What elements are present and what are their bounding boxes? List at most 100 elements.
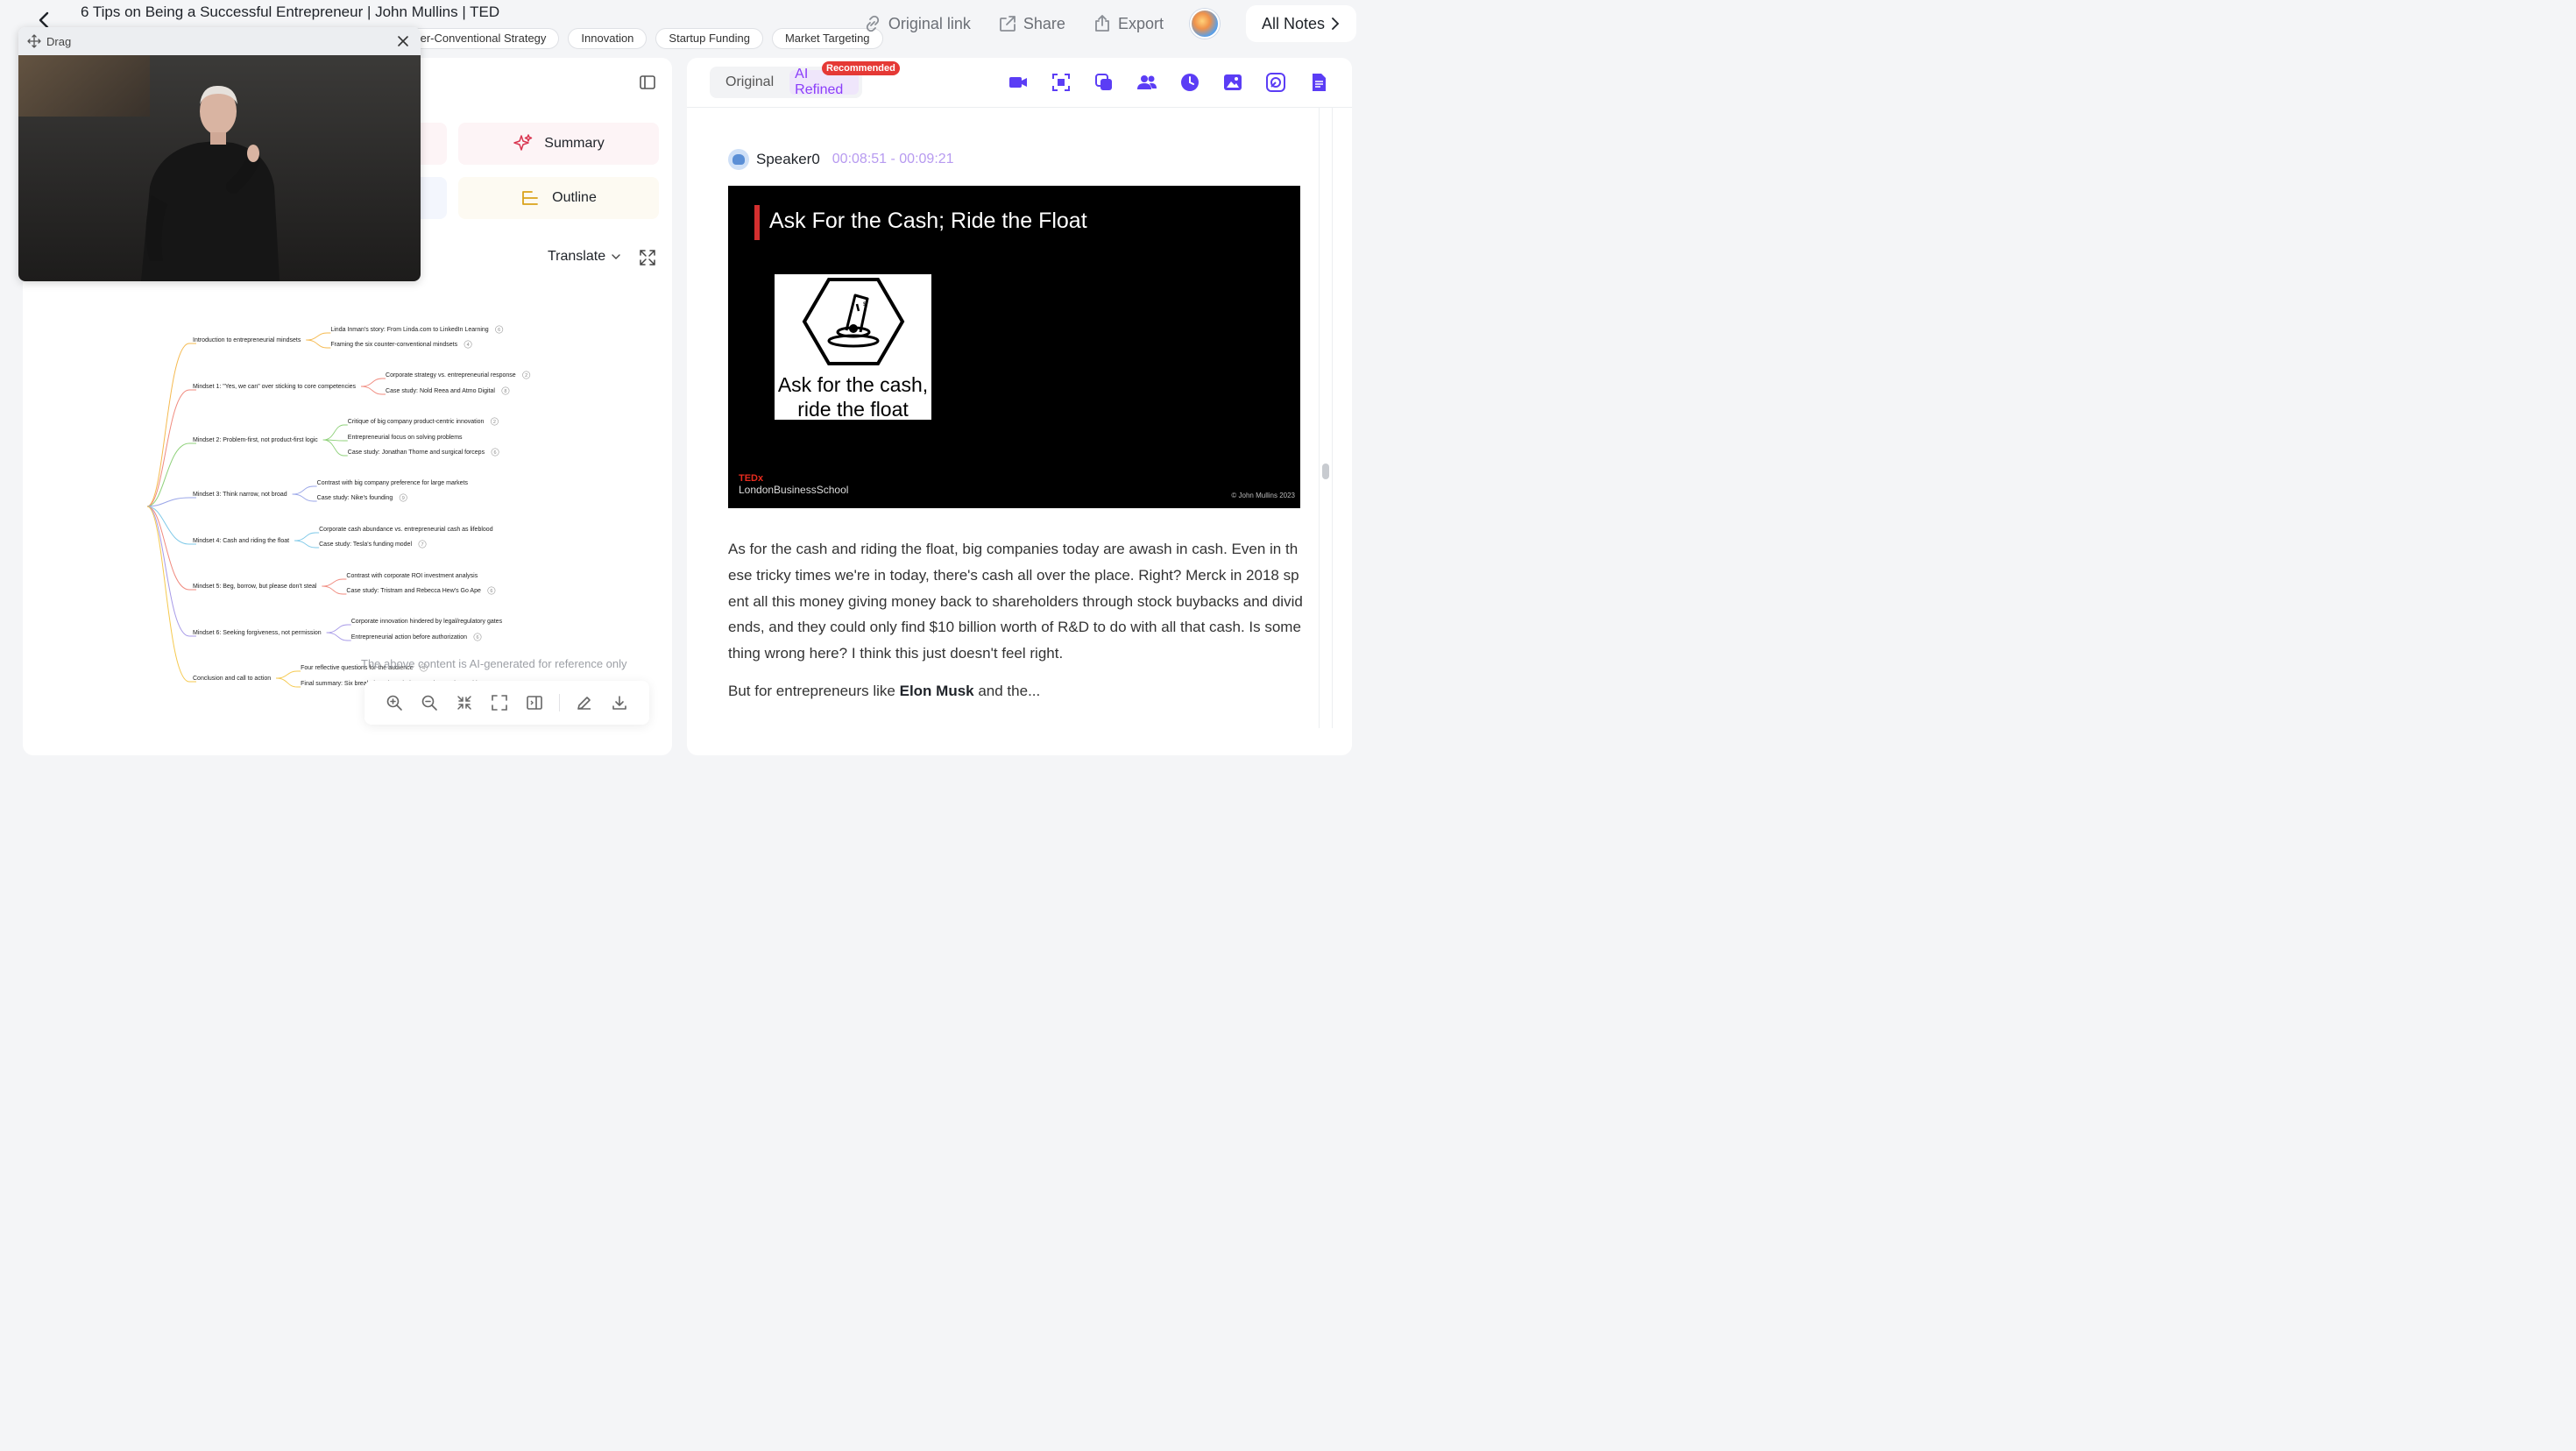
mindmap-subtopic-label[interactable]: Entrepreneurial action before authorizat…: [351, 634, 467, 641]
copy-button[interactable]: [1093, 72, 1115, 93]
mindmap-topic[interactable]: Mindset 2: Problem-first, not product-fi…: [193, 437, 318, 443]
share-button[interactable]: Share: [997, 13, 1065, 34]
reference-badge-number: 7: [421, 542, 423, 548]
reference-badge[interactable]: 2: [522, 371, 531, 379]
mindmap-subtopic[interactable]: Corporate strategy vs. entrepreneurial r…: [361, 372, 516, 387]
reference-badge[interactable]: 9: [399, 493, 407, 502]
document-button[interactable]: [1308, 72, 1329, 93]
tag-strategy[interactable]: ter-Conventional Strategy: [412, 28, 560, 49]
mindmap-subtopic-label[interactable]: Case study: Nike's founding: [317, 495, 393, 501]
close-icon[interactable]: [396, 34, 410, 48]
side-panel-button[interactable]: [517, 690, 552, 716]
speakers-button[interactable]: [1136, 72, 1157, 93]
mindmap-branch[interactable]: Mindset 1: "Yes, we can" over sticking t…: [146, 384, 357, 507]
image-button[interactable]: [1222, 72, 1243, 93]
transcript-paragraph-1: As for the cash and riding the float, bi…: [728, 541, 1303, 662]
mindmap-subtopic[interactable]: Corporate innovation hindered by legal/r…: [326, 619, 503, 633]
reference-badge[interactable]: 8: [501, 386, 510, 395]
fullscreen-expand-icon[interactable]: [639, 249, 656, 266]
reference-badge-number: 9: [402, 496, 405, 501]
mindmap-subtopic-label[interactable]: Corporate strategy vs. entrepreneurial r…: [386, 372, 516, 379]
export-button[interactable]: Export: [1092, 13, 1164, 34]
reference-badge[interactable]: 6: [491, 448, 499, 457]
collapse-button[interactable]: [447, 690, 482, 716]
scrollbar-track[interactable]: [1319, 108, 1333, 728]
mindmap-subtopic[interactable]: Framing the six counter-conventional min…: [306, 339, 458, 349]
mindmap-topic[interactable]: Mindset 5: Beg, borrow, but please don't…: [193, 584, 317, 590]
mindmap-subtopic[interactable]: Entrepreneurial action before authorizat…: [326, 632, 467, 641]
mindmap-topic[interactable]: Introduction to entrepreneurial mindsets: [193, 337, 301, 343]
mindmap-subtopic[interactable]: Case study: Tristram and Rebecca Hew's G…: [322, 585, 481, 595]
outline-button[interactable]: Outline: [458, 177, 659, 219]
original-link-button[interactable]: Original link: [862, 13, 971, 34]
timestamp-link[interactable]: 00:08:51 - 00:09:21: [832, 152, 954, 167]
mindmap-subtopic[interactable]: Entrepreneurial focus on solving problem…: [322, 435, 463, 442]
mindmap-topic[interactable]: Mindset 1: "Yes, we can" over sticking t…: [193, 384, 357, 390]
ai-assist-button[interactable]: [1265, 72, 1286, 93]
mindmap-subtopic-label[interactable]: Case study: Jonathan Thorne and surgical…: [348, 449, 485, 456]
view-original-tab[interactable]: Original: [713, 70, 786, 95]
mindmap-canvas[interactable]: Introduction to entrepreneurial mindsets…: [23, 312, 672, 697]
mindmap-subtopic-label[interactable]: Case study: Tristram and Rebecca Hew's G…: [346, 588, 481, 594]
edit-button[interactable]: [567, 690, 602, 716]
mindmap-branch[interactable]: Mindset 3: Think narrow, not broad: [146, 492, 287, 507]
drag-handle[interactable]: Drag: [18, 27, 421, 55]
timestamp-button[interactable]: [1179, 72, 1200, 93]
download-button[interactable]: [602, 690, 637, 716]
screenshot-button[interactable]: [1051, 72, 1072, 93]
chevron-right-icon: [1332, 18, 1340, 30]
mindmap-subtopic[interactable]: Contrast with corporate ROI investment a…: [322, 573, 478, 587]
mindmap-branch[interactable]: Mindset 4: Cash and riding the float: [146, 506, 289, 545]
mindmap-subtopic-label[interactable]: Framing the six counter-conventional min…: [330, 342, 457, 348]
speaker-name[interactable]: Speaker0: [756, 151, 820, 168]
mindmap-subtopic[interactable]: Case study: Nike's founding: [292, 493, 393, 502]
fit-view-button[interactable]: [482, 690, 517, 716]
mindmap-subtopic-label[interactable]: Contrast with big company preference for…: [317, 480, 469, 486]
hidden-feature-button-2[interactable]: [421, 177, 447, 219]
hidden-feature-button-1[interactable]: [421, 123, 447, 165]
video-frame[interactable]: [18, 55, 421, 281]
reference-badge[interactable]: 4: [464, 340, 472, 349]
mindmap-subtopic-label[interactable]: Corporate cash abundance vs. entrepreneu…: [319, 527, 493, 533]
reference-badge[interactable]: 7: [418, 540, 427, 549]
reference-badge[interactable]: 6: [487, 586, 496, 595]
mindmap-subtopic[interactable]: Contrast with big company preference for…: [292, 480, 469, 495]
sidebar-toggle-icon[interactable]: [639, 74, 656, 91]
reference-badge[interactable]: 6: [473, 633, 482, 641]
mindmap-subtopic[interactable]: Case study: Jonathan Thorne and surgical…: [322, 439, 485, 457]
mindmap-subtopic-label[interactable]: Critique of big company product-centric …: [348, 419, 485, 425]
mindmap-subtopic-label[interactable]: Corporate innovation hindered by legal/r…: [351, 619, 503, 625]
translate-dropdown[interactable]: Translate: [548, 249, 621, 265]
mindmap-topic[interactable]: Mindset 4: Cash and riding the float: [193, 538, 289, 544]
cash-hexagon-icon: $: [802, 278, 905, 365]
reference-badge[interactable]: 2: [490, 417, 499, 426]
outline-icon: [522, 191, 539, 205]
mindmap-topic[interactable]: Mindset 3: Think narrow, not broad: [193, 492, 287, 498]
mindmap-subtopic[interactable]: Linda Inman's story: From Linda.com to L…: [306, 327, 489, 341]
summary-button[interactable]: Summary: [458, 123, 659, 165]
reference-badge[interactable]: 6: [495, 325, 504, 334]
video-camera-button[interactable]: [1008, 72, 1029, 93]
user-avatar[interactable]: [1189, 9, 1220, 39]
mindmap-subtopic-label[interactable]: Linda Inman's story: From Linda.com to L…: [330, 327, 488, 333]
mindmap-subtopic-label[interactable]: Entrepreneurial focus on solving problem…: [348, 435, 463, 441]
mindmap-subtopic[interactable]: Case study: Nold Reea and Atmo Digital: [361, 386, 495, 395]
mindmap-subtopic-label[interactable]: Contrast with corporate ROI investment a…: [346, 573, 478, 579]
mindmap-subtopic[interactable]: Case study: Tesla's funding model: [294, 540, 412, 549]
mindmap-branch[interactable]: Introduction to entrepreneurial mindsets: [146, 337, 301, 507]
slide-screenshot[interactable]: Ask For the Cash; Ride the Float $ Ask f…: [728, 186, 1300, 508]
tag-innovation[interactable]: Innovation: [568, 28, 648, 49]
tag-startup-funding[interactable]: Startup Funding: [655, 28, 763, 49]
mindmap-topic[interactable]: Conclusion and call to action: [193, 676, 271, 682]
all-notes-button[interactable]: All Notes: [1245, 5, 1356, 42]
mindmap-branch[interactable]: Mindset 5: Beg, borrow, but please don't…: [146, 506, 317, 591]
mindmap-subtopic-label[interactable]: Case study: Nold Reea and Atmo Digital: [386, 388, 495, 394]
zoom-out-button[interactable]: [412, 690, 447, 716]
mindmap-branch[interactable]: Conclusion and call to action: [146, 506, 271, 683]
mindmap-subtopic[interactable]: Corporate cash abundance vs. entrepreneu…: [294, 527, 493, 541]
mindmap-subtopic-label[interactable]: Case study: Tesla's funding model: [319, 541, 412, 548]
floating-video-player[interactable]: Drag: [18, 27, 421, 281]
zoom-in-button[interactable]: [377, 690, 412, 716]
mindmap-topic[interactable]: Mindset 6: Seeking forgiveness, not perm…: [193, 630, 322, 636]
scrollbar-thumb[interactable]: [1322, 464, 1329, 479]
